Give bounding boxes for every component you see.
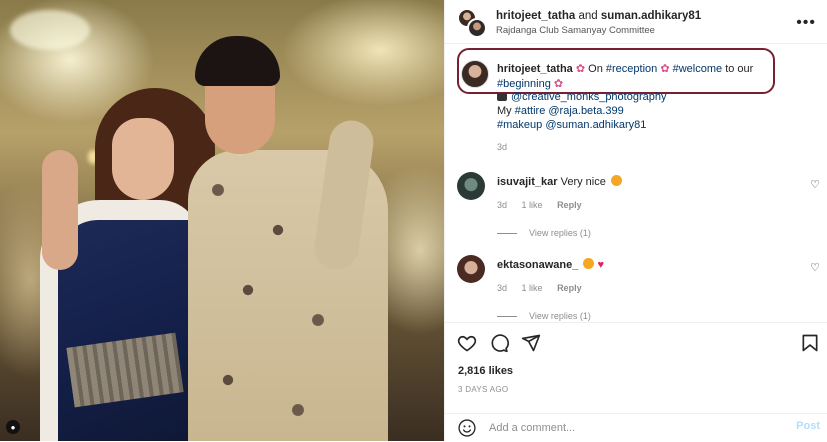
avatar[interactable] (461, 60, 489, 88)
woman-arm (42, 150, 78, 270)
caption-line: @creative_monks_photography (497, 91, 666, 103)
caption-line: My #attire @raja.beta.399 (497, 105, 624, 117)
location-link[interactable]: Rajdanga Club Samanyay Committee (496, 25, 655, 36)
view-replies-button[interactable]: View replies (1) (497, 311, 591, 321)
post-header: hritojeet_tatha and suman.adhikary81 Raj… (445, 0, 827, 44)
comment-username[interactable]: isuvajit_kar (497, 176, 558, 188)
mention-link[interactable]: @suman.adhikary81 (545, 119, 646, 131)
heart-eyes-emoji-icon (583, 258, 595, 269)
red-heart-emoji-icon: ♥ (597, 259, 604, 271)
emoji-picker-icon[interactable] (457, 418, 477, 438)
comment-time: 3d (497, 283, 508, 293)
like-comment-heart-icon[interactable]: ♡ (810, 178, 820, 191)
flower-emoji-icon: ✿ (575, 63, 586, 75)
comment-body: isuvajit_kar Very nice (497, 175, 622, 188)
save-bookmark-icon[interactable] (800, 333, 820, 353)
comment-time: 3d (497, 200, 508, 210)
man-hair (195, 36, 280, 86)
comment-bubble-icon[interactable] (489, 333, 509, 353)
comment-username[interactable]: ektasonawane_ (497, 259, 578, 271)
post-detail-panel: hritojeet_tatha and suman.adhikary81 Raj… (444, 0, 827, 441)
comment-text: Very nice (560, 176, 606, 188)
like-comment-heart-icon[interactable]: ♡ (810, 261, 820, 274)
hashtag-link[interactable]: #reception (606, 63, 657, 75)
view-replies-label[interactable]: View replies (1) (529, 228, 591, 238)
avatar[interactable] (457, 255, 485, 283)
flower-emoji-icon: ✿ (660, 63, 670, 75)
heart-eyes-emoji-icon (610, 175, 622, 186)
add-comment-bar: Post (445, 413, 827, 442)
author-link[interactable]: hritojeet_tatha (496, 10, 575, 22)
comment-meta: 3d 1 like Reply (497, 283, 594, 293)
avatar[interactable] (467, 18, 487, 38)
woman-face (112, 118, 174, 200)
post-comment-button[interactable]: Post (796, 420, 820, 432)
caption-username[interactable]: hritojeet_tatha (497, 63, 573, 75)
post-actions: 2,816 likes 3 DAYS AGO Post (445, 322, 827, 441)
comment-likes[interactable]: 1 like (522, 283, 543, 293)
likes-count[interactable]: 2,816 likes (458, 365, 513, 377)
caption-line: #makeup @suman.adhikary81 (497, 119, 646, 131)
flower-emoji-icon: ✿ (553, 78, 564, 90)
hashtag-link[interactable]: #makeup (497, 119, 542, 131)
camera-emoji-icon (497, 93, 507, 102)
reply-button[interactable]: Reply (557, 200, 582, 210)
hashtag-link[interactable]: #welcome (673, 63, 723, 75)
caption-text: My (497, 105, 512, 117)
comment-input[interactable] (489, 420, 779, 436)
hashtag-link[interactable]: #attire (515, 105, 546, 117)
post-age: 3 DAYS AGO (458, 385, 509, 394)
more-horizontal-icon[interactable]: ••• (796, 14, 816, 32)
tagged-users-icon[interactable]: ● (6, 420, 20, 434)
author-link[interactable]: suman.adhikary81 (601, 10, 701, 22)
mention-link[interactable]: @raja.beta.399 (548, 105, 623, 117)
caption-timestamp: 3d (497, 142, 508, 152)
like-heart-icon[interactable] (457, 333, 477, 353)
collab-avatars[interactable] (457, 8, 487, 38)
replies-divider (497, 233, 517, 235)
post-photo[interactable]: ● (0, 0, 444, 441)
caption-text: On (588, 63, 603, 75)
caption-line: #beginning ✿ (497, 77, 563, 90)
hashtag-link[interactable]: #beginning (497, 78, 551, 90)
reply-button[interactable]: Reply (557, 283, 582, 293)
caption-text: to our (725, 63, 754, 75)
comment-meta: 3d 1 like Reply (497, 200, 594, 210)
view-replies-button[interactable]: View replies (1) (497, 228, 591, 238)
post-authors: hritojeet_tatha and suman.adhikary81 (496, 10, 701, 22)
share-send-icon[interactable] (521, 333, 541, 353)
author-joiner: and (578, 10, 598, 22)
comment-body: ektasonawane_ ♥ (497, 258, 604, 271)
mention-link[interactable]: @creative_monks_photography (511, 91, 666, 103)
avatar[interactable] (457, 172, 485, 200)
replies-divider (497, 316, 517, 318)
view-replies-label[interactable]: View replies (1) (529, 311, 591, 321)
caption-line: hritojeet_tatha ✿ On #reception ✿ #welco… (497, 62, 753, 75)
comment-likes[interactable]: 1 like (522, 200, 543, 210)
bokeh-light (10, 10, 90, 50)
